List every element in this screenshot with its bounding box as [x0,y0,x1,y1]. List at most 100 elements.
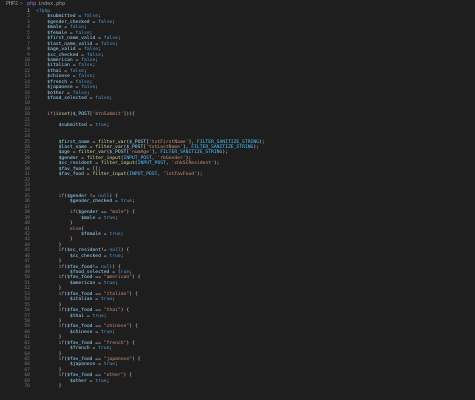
code-token: filter_var [78,150,107,156]
code-token: $fav_food [67,373,93,379]
breadcrumb-folder[interactable]: PHP2 [6,1,18,7]
code-token: "thai" [103,308,121,314]
code-token: false [103,36,118,42]
code-token: ; [106,123,110,129]
code-token: = [75,14,84,20]
code-token: $age [58,150,70,156]
code-token: null [109,248,121,254]
code-token: $chinese [69,329,93,335]
code-token: ) { [126,210,135,216]
code-token: == [92,373,104,379]
code-token: ; [112,297,116,303]
code-token: false [72,90,87,96]
code-token: false [86,52,101,58]
code-token: true [103,362,116,368]
code-token: } [36,335,62,341]
code-token: ; [98,47,101,53]
code-token: ; [109,346,113,352]
code-token: true [100,297,113,303]
code-token: true [95,123,107,129]
code-token: $_POST [129,139,147,145]
code-token: $male [81,215,96,221]
code-token: FILTER_SANITIZE_STRING [196,139,259,145]
code-token: false [84,14,99,20]
code-token: $_POST [109,150,127,156]
code-token: $other [47,90,65,96]
code-token: $first_name_valid [47,36,96,42]
code-token: "male" [109,210,127,216]
code-token: $fav_food [58,172,84,178]
code-token: = [78,52,87,58]
code-token: FILTER_SANITIZE_STRING [160,150,223,156]
code-token: filter_var [98,139,127,145]
code-token: true [95,378,107,384]
code-editor[interactable]: 1 2 3 4 5 6 7 8 9 10 11 12 13 14 15 16 17 18 19 20 21 22 23 24 2… [0,9,475,400]
code-token: $gender [78,210,99,216]
code-token: true [120,199,132,205]
code-token: == [92,291,104,297]
code-token: ; [92,74,96,80]
code-token: false [69,25,85,31]
code-token: ], [188,139,197,145]
code-token: $french [47,79,68,85]
breadcrumb-file[interactable]: index.php [38,1,65,7]
code-token: $fav_food [67,340,93,346]
code-token: $sc_resident [58,161,93,167]
code-line[interactable]: } [34,384,475,389]
code-token: ; [100,52,104,58]
code-token: ; [115,215,118,221]
code-token: false [98,19,113,25]
code-token: true [103,215,116,221]
code-token: = [89,19,99,25]
code-token: 'numAge' [129,150,152,156]
code-token: $submitted [58,123,87,129]
code-token: ; [117,36,121,42]
code-token: ) { [129,291,138,297]
code-token: ); [259,139,265,145]
code-token: ; [112,19,116,25]
code-token: false [84,47,99,53]
code-token: = [92,41,101,47]
code-token: INPUT_POST [129,172,158,178]
code-token: $_POST [72,112,90,118]
code-token: = [92,161,101,167]
code-token: $thai [69,313,84,319]
code-token: ; [112,329,116,335]
code-token: = [89,139,99,145]
code-token: false [100,41,116,47]
code-token: ; [89,30,93,36]
code-token: true [109,231,121,237]
code-token: $italian [47,63,70,69]
code-token: = [61,25,70,31]
code-token: false [81,85,96,91]
code-token: $american [69,280,96,286]
code-token: = [95,215,104,221]
code-token: = [64,90,73,96]
code-token: ); [222,150,228,156]
code-area[interactable]: <?php $submitted = false; $gender_checke… [34,9,475,390]
code-token: = [72,85,82,91]
code-token: $female [47,30,68,36]
code-token: INPUT_POST [137,161,166,167]
code-token: = [92,329,101,335]
code-token: $age_valid [47,47,76,53]
code-token: == [92,324,104,330]
code-token: ) { [120,308,130,314]
